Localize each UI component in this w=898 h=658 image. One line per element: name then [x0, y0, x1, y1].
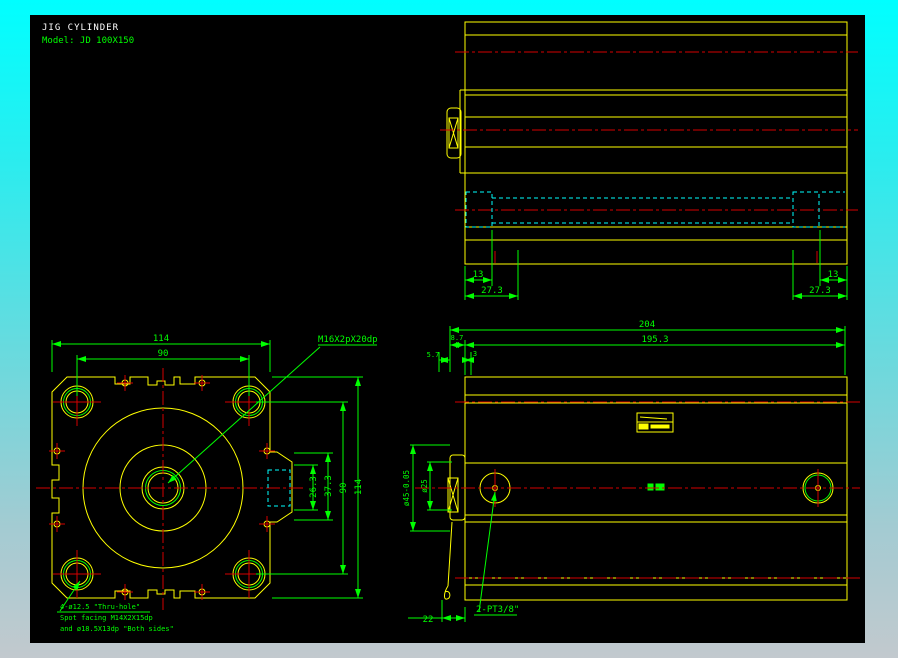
dim-bolt-90-v: 90 [339, 483, 349, 494]
drawing-model: Model: JD 100X150 [42, 36, 134, 46]
dim-bolt-90: 90 [158, 349, 169, 359]
dim-port-offset-22: 22 [423, 615, 434, 625]
note-line-1: 4-ø12.5 "Thru-hole" [60, 603, 140, 611]
dim-27-3-left: 27.3 [481, 286, 503, 296]
dim-width-114: 114 [153, 334, 169, 344]
port-label: 2-PT3/8" [476, 605, 519, 615]
dim-rod-ext-5-7: 5.7 [427, 351, 440, 359]
thread-label: M16X2pX20dp [318, 335, 378, 345]
drawing-canvas: JIG CYLINDER Model: JD 100X150 13 27.3 1… [30, 15, 865, 643]
drawing-title: JIG CYLINDER [42, 23, 119, 33]
dim-27-3-right: 27.3 [809, 286, 831, 296]
dim-cap-8-7: 8.7 [451, 334, 464, 342]
dim-rod-id: ø25 [420, 479, 429, 493]
dim-port-26-3: 26.3 [309, 476, 319, 498]
dim-overall-204: 204 [639, 320, 655, 330]
note-line-3: and ø18.5X13dp "Both sides" [60, 625, 174, 633]
dim-port-37-3: 37.3 [324, 475, 334, 497]
dim-height-114: 114 [354, 479, 364, 495]
note-line-2: Spot facing M14X2X15dp [60, 614, 153, 622]
dim-step-3: 3 [473, 350, 477, 358]
dim-13-right: 13 [828, 270, 839, 280]
dim-rod-od: ø45-0.05 [402, 470, 411, 506]
dim-body-195-3: 195.3 [641, 335, 668, 345]
dim-13-left: 13 [473, 270, 484, 280]
cad-viewport[interactable]: JIG CYLINDER Model: JD 100X150 13 27.3 1… [0, 0, 898, 658]
